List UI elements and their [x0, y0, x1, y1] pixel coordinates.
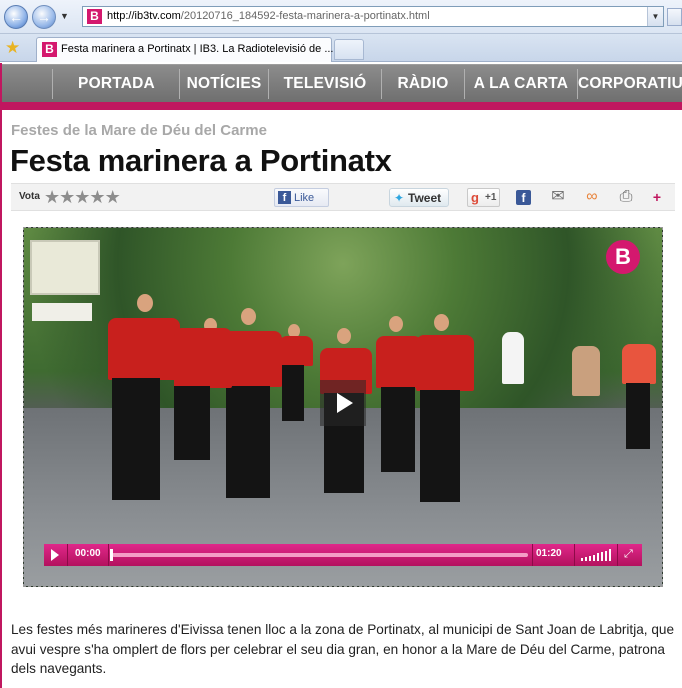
- tweet-button[interactable]: ✦ Tweet: [389, 188, 449, 207]
- play-icon[interactable]: [51, 549, 59, 561]
- back-button[interactable]: ←: [4, 5, 28, 29]
- star-icon[interactable]: ★: [74, 187, 90, 207]
- video-figure: [112, 378, 160, 500]
- video-controls: 00:00 01:20 ⤢: [44, 544, 642, 566]
- video-figure: [337, 328, 351, 344]
- video-figure: [389, 316, 403, 332]
- site-favicon-icon: B: [87, 9, 102, 24]
- duration: 01:20: [536, 548, 562, 559]
- volume-icon[interactable]: [581, 549, 613, 561]
- nav-item-televisio[interactable]: TELEVISIÓ: [269, 65, 381, 103]
- video-player[interactable]: B 00:00 01:20 ⤢: [23, 227, 663, 587]
- share-icon[interactable]: ∞: [583, 188, 601, 206]
- nav-accent-rule: [2, 102, 682, 110]
- history-dropdown-icon[interactable]: ▼: [60, 11, 69, 21]
- google-plus-label: +1: [485, 192, 497, 203]
- video-figure: [226, 386, 270, 498]
- rating-stars[interactable]: ★★★★★: [44, 187, 121, 208]
- facebook-icon: f: [278, 191, 291, 204]
- video-figure: [108, 318, 180, 380]
- video-figure: [137, 294, 153, 312]
- progress-bar[interactable]: [112, 553, 528, 557]
- video-figure: [434, 314, 449, 331]
- star-icon[interactable]: ★: [44, 187, 60, 207]
- new-tab-button[interactable]: [334, 39, 364, 60]
- address-dropdown-icon[interactable]: ▼: [647, 7, 663, 26]
- nav-item-corporatiu[interactable]: CORPORATIU: [578, 65, 682, 103]
- left-accent-rule: [0, 63, 2, 688]
- channel-logo-icon: B: [606, 240, 640, 274]
- browser-toolbar: ← → ▼ B http://ib3tv.com/20120716_184592…: [0, 0, 682, 34]
- facebook-like-label: Like: [294, 192, 315, 204]
- video-play-overlay-icon[interactable]: [320, 380, 366, 426]
- tab-active[interactable]: B Festa marinera a Portinatx | IB3. La R…: [36, 37, 334, 62]
- video-figure: [241, 308, 256, 325]
- video-figure: [626, 383, 650, 449]
- video-figure: [572, 346, 600, 396]
- address-bar[interactable]: B http://ib3tv.com/20120716_184592-festa…: [82, 6, 664, 27]
- facebook-like-button[interactable]: f Like: [274, 188, 329, 207]
- email-icon[interactable]: ✉: [549, 188, 567, 206]
- article-title: Festa marinera a Portinatx: [10, 143, 392, 178]
- vote-label: Vota: [19, 191, 40, 202]
- video-figure: [381, 387, 415, 472]
- article-kicker: Festes de la Mare de Déu del Carme: [11, 122, 267, 139]
- nav-item-a-la-carta[interactable]: A LA CARTA: [465, 65, 577, 103]
- video-figure: [279, 336, 313, 366]
- twitter-bird-icon: ✦: [394, 191, 405, 205]
- tab-favicon-icon: B: [42, 42, 57, 57]
- video-figure: [502, 332, 524, 384]
- google-plus-icon: g: [471, 190, 479, 205]
- address-url[interactable]: http://ib3tv.com/20120716_184592-festa-m…: [107, 10, 430, 22]
- fullscreen-icon[interactable]: ⤢: [624, 548, 633, 561]
- video-figure: [174, 386, 210, 460]
- video-sign: [30, 240, 100, 295]
- nav-item-portada[interactable]: PORTADA: [54, 65, 179, 103]
- tab-strip: ★ B Festa marinera a Portinatx | IB3. La…: [0, 34, 682, 62]
- favorites-star-icon[interactable]: ★: [5, 38, 20, 58]
- video-figure: [622, 344, 656, 384]
- video-sign-portinatx: [32, 303, 92, 321]
- more-share-icon[interactable]: +: [648, 188, 666, 206]
- progress-handle[interactable]: [110, 549, 113, 561]
- tweet-label: Tweet: [408, 191, 442, 205]
- star-icon[interactable]: ★: [89, 187, 105, 207]
- nav-item-noticies[interactable]: NOTÍCIES: [180, 65, 268, 103]
- video-figure: [282, 365, 304, 421]
- star-icon[interactable]: ★: [59, 187, 75, 207]
- google-plus-button[interactable]: g +1: [467, 188, 500, 207]
- current-time: 00:00: [75, 548, 101, 559]
- facebook-share-icon[interactable]: f: [516, 190, 531, 205]
- article-body: Les festes més marineres d'Eivissa tenen…: [11, 622, 675, 676]
- share-bar: Vota ★★★★★ f Like ✦ Tweet g +1 f ✉ ∞ ⎙ +: [11, 183, 675, 211]
- star-icon[interactable]: ★: [105, 187, 121, 207]
- tab-title: Festa marinera a Portinatx | IB3. La Rad…: [61, 43, 334, 55]
- forward-button[interactable]: →: [32, 5, 56, 29]
- video-figure: [416, 335, 474, 391]
- video-figure: [174, 328, 232, 388]
- nav-item-radio[interactable]: RÀDIO: [382, 65, 464, 103]
- print-icon[interactable]: ⎙: [617, 188, 635, 206]
- site-navigation: PORTADA NOTÍCIES TELEVISIÓ RÀDIO A LA CA…: [2, 64, 682, 102]
- refresh-button[interactable]: [667, 8, 682, 26]
- video-figure: [420, 390, 460, 502]
